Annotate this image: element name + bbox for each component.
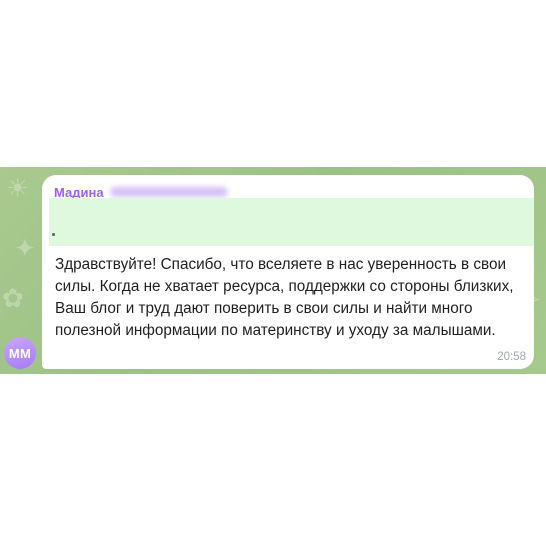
message-timestamp: 20:58 [497, 351, 526, 363]
rocket-doodle-icon: ✿ [2, 283, 24, 313]
sun-doodle-icon: ☀ [6, 173, 30, 203]
message-text: Здравствуйте! Спасибо, что вселяете в на… [55, 256, 514, 339]
star-doodle-icon: ✦ [14, 233, 36, 263]
highlighted-block [49, 198, 534, 246]
message-bubble[interactable]: Мадина Здравствуйте! Спасибо, что вселяе… [42, 175, 534, 369]
bullet-mark [52, 233, 55, 236]
avatar[interactable]: ММ [4, 337, 36, 369]
blurred-surname [109, 187, 228, 197]
